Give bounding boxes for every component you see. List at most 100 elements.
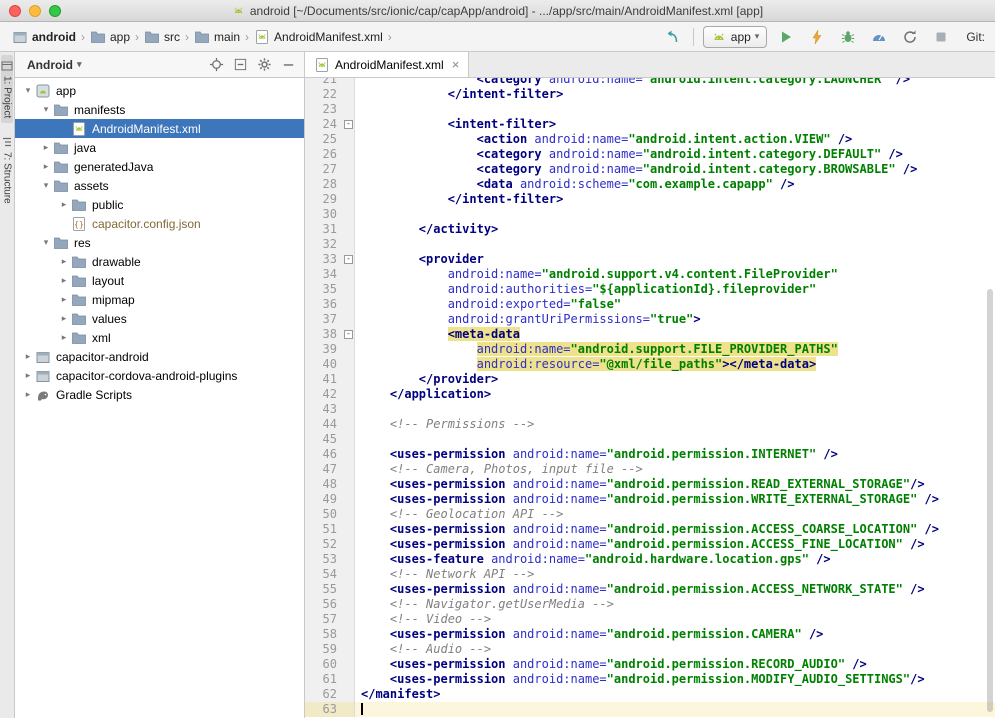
code-text: <intent-filter>: [355, 117, 995, 132]
sync-gradle-button[interactable]: [898, 26, 922, 48]
tree-item-res[interactable]: ▾res: [15, 233, 304, 252]
chevron-right-icon: ›: [81, 30, 85, 44]
project-tree: ▾app▾manifestsAndroidManifest.xml▸java▸g…: [15, 78, 304, 718]
tree-item-label: generatedJava: [74, 160, 153, 174]
tree-item-mipmap[interactable]: ▸mipmap: [15, 290, 304, 309]
settings-button[interactable]: [257, 57, 272, 72]
close-tab-icon[interactable]: ×: [452, 57, 460, 72]
expand-arrow-icon[interactable]: ▸: [57, 275, 71, 286]
code-line-49: 49 <uses-permission android:name="androi…: [305, 492, 995, 507]
line-number: 47: [305, 462, 342, 477]
code-line-36: 36 android:exported="false": [305, 297, 995, 312]
expand-arrow-icon[interactable]: ▸: [57, 294, 71, 305]
code-text: <!-- Camera, Photos, input file -->: [355, 462, 995, 477]
stop-button[interactable]: [929, 26, 953, 48]
editor-scrollbar[interactable]: [985, 78, 995, 718]
tree-item-capacitor-config-json[interactable]: {}capacitor.config.json: [15, 214, 304, 233]
tree-item-java[interactable]: ▸java: [15, 138, 304, 157]
close-window-button[interactable]: [9, 5, 21, 17]
tree-item-capacitor-android[interactable]: ▸capacitor-android: [15, 347, 304, 366]
code-text: <!-- Navigator.getUserMedia -->: [355, 597, 995, 612]
breadcrumb-item-android[interactable]: android: [10, 28, 78, 46]
fold-gutter: -: [342, 117, 355, 132]
expand-arrow-icon[interactable]: ▸: [39, 161, 53, 172]
expand-arrow-icon[interactable]: ▸: [21, 389, 35, 400]
line-number: 39: [305, 342, 342, 357]
tree-item-generatedjava[interactable]: ▸ generatedJava: [15, 157, 304, 176]
expand-arrow-icon[interactable]: ▸: [39, 142, 53, 153]
editor-tab-androidmanifest[interactable]: AndroidManifest.xml ×: [305, 52, 469, 77]
project-view-selector[interactable]: Android ▾: [27, 58, 82, 72]
tree-item-public[interactable]: ▸public: [15, 195, 304, 214]
folder-icon: [90, 29, 106, 45]
code-line-31: 31 </activity>: [305, 222, 995, 237]
folder-icon: [53, 235, 69, 251]
tree-item-label: values: [92, 312, 127, 326]
fold-collapse-icon[interactable]: -: [344, 255, 353, 264]
tree-item-layout[interactable]: ▸layout: [15, 271, 304, 290]
minimize-window-button[interactable]: [29, 5, 41, 17]
code-text: <!-- Geolocation API -->: [355, 507, 995, 522]
tool-button-project[interactable]: 1: Project: [1, 55, 13, 123]
breadcrumb-item-main[interactable]: main: [192, 28, 242, 46]
breadcrumb-item-src[interactable]: src: [142, 28, 182, 46]
profiler-button[interactable]: [867, 26, 891, 48]
debug-button[interactable]: [836, 26, 860, 48]
scrollbar-thumb[interactable]: [987, 289, 993, 711]
collapse-all-button[interactable]: [233, 57, 248, 72]
breadcrumb-label: src: [164, 30, 180, 44]
breadcrumb-item-androidmanifest-xml[interactable]: AndroidManifest.xml: [252, 28, 385, 46]
fold-gutter: [342, 477, 355, 492]
apply-changes-button[interactable]: [805, 26, 829, 48]
line-number: 44: [305, 417, 342, 432]
tree-item-label: manifests: [74, 103, 125, 117]
line-number: 38: [305, 327, 342, 342]
fold-gutter: [342, 507, 355, 522]
zoom-window-button[interactable]: [49, 5, 61, 17]
expand-arrow-icon[interactable]: ▸: [57, 313, 71, 324]
project-panel: Android ▾ ▾app▾manifestsAndroidManifest.…: [15, 52, 305, 718]
expand-arrow-icon[interactable]: ▸: [21, 351, 35, 362]
tree-item-app[interactable]: ▾app: [15, 81, 304, 100]
run-button[interactable]: [774, 26, 798, 48]
app-module-icon: [35, 83, 51, 99]
expand-arrow-icon[interactable]: ▸: [57, 332, 71, 343]
tree-item-manifests[interactable]: ▾ manifests: [15, 100, 304, 119]
tree-item-xml[interactable]: ▸xml: [15, 328, 304, 347]
locate-button[interactable]: [209, 57, 224, 72]
line-number: 23: [305, 102, 342, 117]
code-area[interactable]: 21 <category android:name="android.inten…: [305, 78, 995, 718]
tool-window-stripe: 1: Project 7: Structure: [0, 52, 15, 718]
fold-collapse-icon[interactable]: -: [344, 120, 353, 129]
line-number: 46: [305, 447, 342, 462]
expand-arrow-icon[interactable]: ▸: [57, 256, 71, 267]
breadcrumb-item-app[interactable]: app: [88, 28, 132, 46]
tree-item-values[interactable]: ▸ values: [15, 309, 304, 328]
fold-gutter: [342, 537, 355, 552]
collapse-arrow-icon[interactable]: ▾: [21, 85, 35, 96]
tree-item-assets[interactable]: ▾assets: [15, 176, 304, 195]
breadcrumb-label: app: [110, 30, 130, 44]
tree-item-androidmanifest-xml[interactable]: AndroidManifest.xml: [15, 119, 304, 138]
expand-arrow-icon[interactable]: ▸: [21, 370, 35, 381]
fold-collapse-icon[interactable]: -: [344, 330, 353, 339]
folder-icon: [53, 159, 69, 175]
fold-gutter: [342, 102, 355, 117]
expand-arrow-icon[interactable]: ▸: [57, 199, 71, 210]
collapse-arrow-icon[interactable]: ▾: [39, 180, 53, 191]
fold-gutter: [342, 522, 355, 537]
collapse-arrow-icon[interactable]: ▾: [39, 104, 53, 115]
code-text: <action android:name="android.intent.act…: [355, 132, 995, 147]
code-line-48: 48 <uses-permission android:name="androi…: [305, 477, 995, 492]
chevron-down-icon: ▾: [755, 31, 760, 42]
back-arrow-button[interactable]: [660, 26, 684, 48]
collapse-arrow-icon[interactable]: ▾: [39, 237, 53, 248]
tree-item-drawable[interactable]: ▸drawable: [15, 252, 304, 271]
tree-item-capacitor-cordova-android-plugins[interactable]: ▸capacitor-cordova-android-plugins: [15, 366, 304, 385]
run-config-select[interactable]: app ▾: [703, 26, 768, 48]
hide-panel-button[interactable]: [281, 57, 296, 72]
tree-item-gradle-scripts[interactable]: ▸Gradle Scripts: [15, 385, 304, 404]
tool-button-structure[interactable]: 7: Structure: [1, 131, 13, 209]
window-title-wrap: android [~/Documents/src/ionic/cap/capAp…: [232, 4, 763, 18]
code-text: <meta-data: [355, 327, 995, 342]
